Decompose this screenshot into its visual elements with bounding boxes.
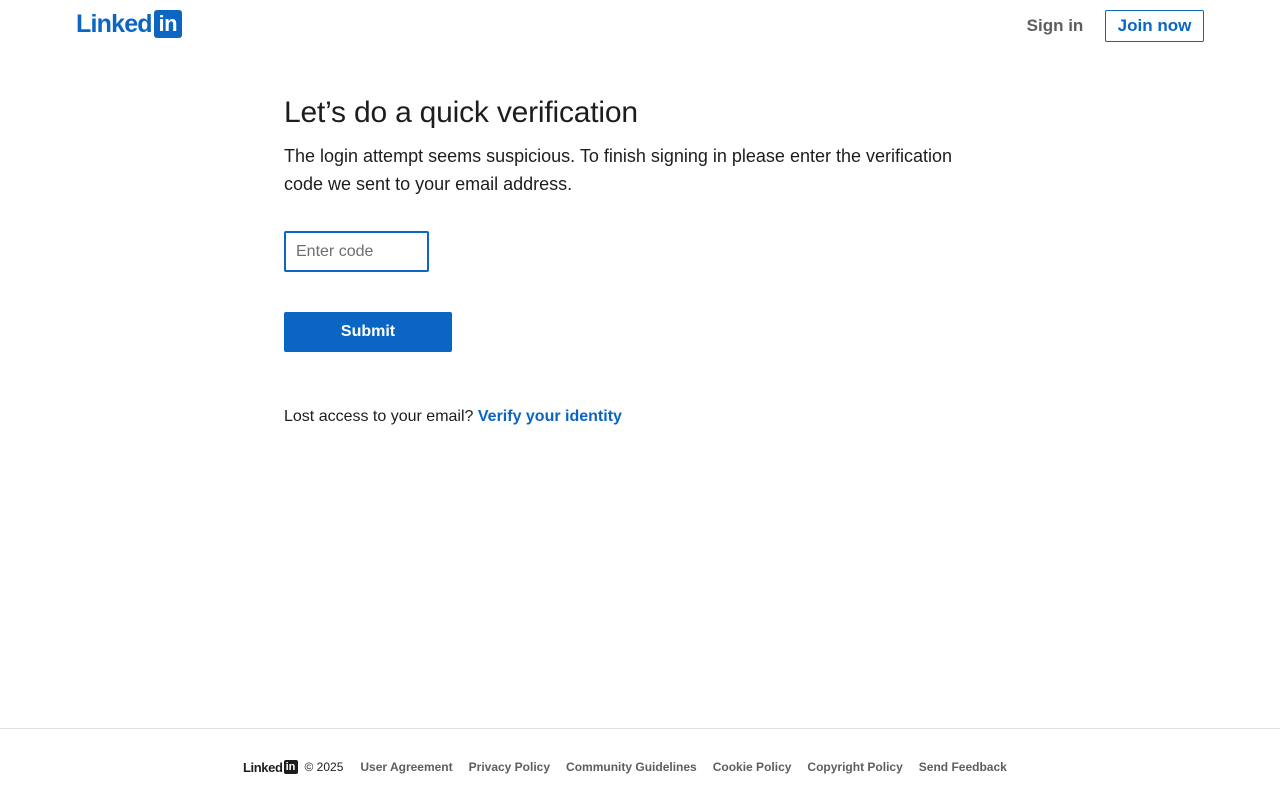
lost-access-text: Lost access to your email? — [284, 408, 474, 425]
join-now-button[interactable]: Join now — [1105, 10, 1204, 42]
footer-copyright: © 2025 — [304, 760, 344, 774]
logo-wordmark: Linked — [76, 10, 153, 38]
logo-in-box: in — [153, 10, 182, 38]
verify-identity-link[interactable]: Verify your identity — [478, 408, 622, 425]
footer-bar: Linked in © 2025 User Agreement Privacy … — [243, 757, 1023, 777]
page-title: Let’s do a quick verification — [284, 96, 638, 129]
footer-link-privacy-policy[interactable]: Privacy Policy — [469, 760, 550, 774]
footer-link-community-guidelines[interactable]: Community Guidelines — [566, 760, 697, 774]
footer-link-send-feedback[interactable]: Send Feedback — [919, 760, 1007, 774]
footer-link-copyright-policy[interactable]: Copyright Policy — [807, 760, 902, 774]
linkedin-logo[interactable]: Linked in — [76, 10, 182, 38]
footer-link-cookie-policy[interactable]: Cookie Policy — [713, 760, 792, 774]
sign-in-link[interactable]: Sign in — [1022, 10, 1088, 42]
footer-logo-wordmark: Linked — [243, 759, 283, 775]
page-description: The login attempt seems suspicious. To f… — [284, 146, 953, 194]
footer-link-user-agreement[interactable]: User Agreement — [360, 760, 452, 774]
submit-button[interactable]: Submit — [284, 312, 452, 352]
footer-logo: Linked in — [243, 760, 298, 775]
verification-code-input[interactable] — [284, 231, 429, 272]
verification-panel: Let’s do a quick verification The login … — [284, 92, 984, 425]
footer-logo-in-box: in — [283, 760, 298, 774]
footer: Linked in © 2025 User Agreement Privacy … — [0, 728, 1280, 800]
lost-access-row: Lost access to your email? Verify your i… — [284, 408, 622, 426]
header: Linked in Sign in Join now — [0, 0, 1280, 56]
